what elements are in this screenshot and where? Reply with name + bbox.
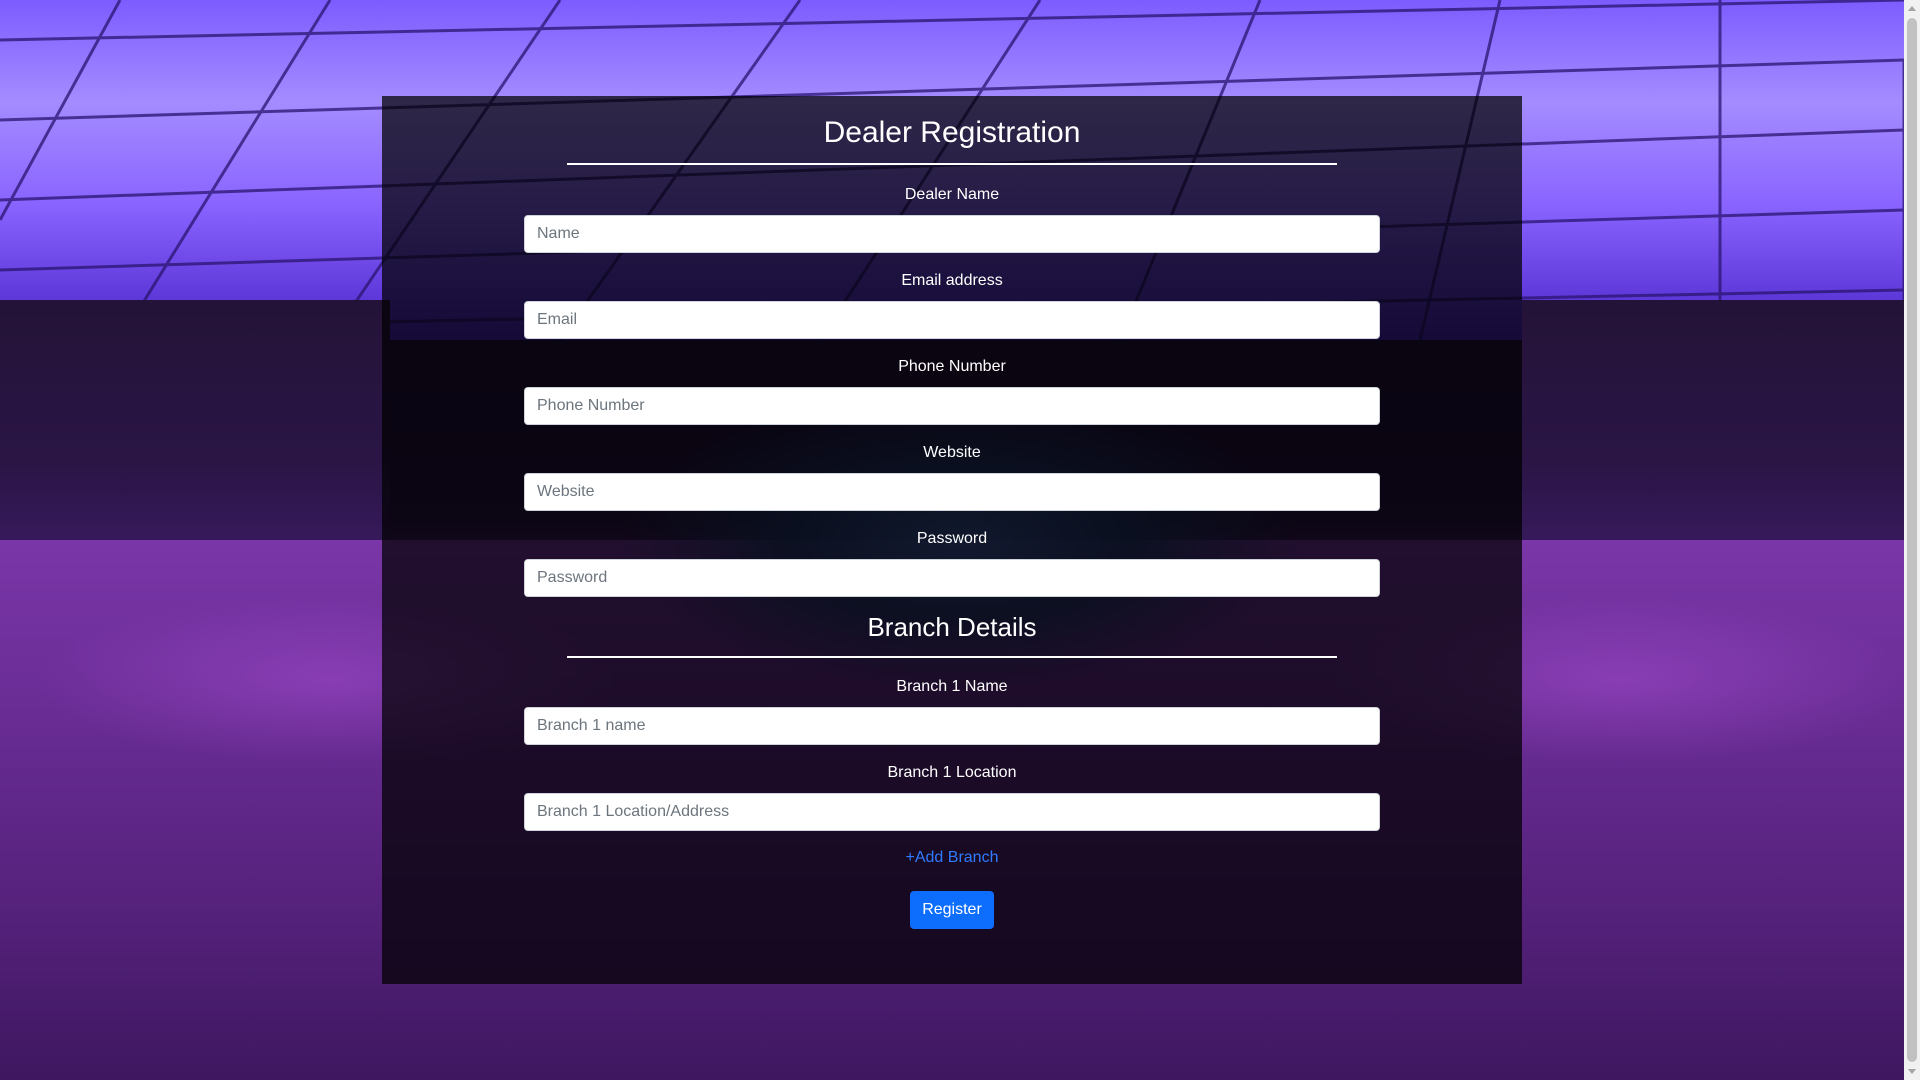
password-label: Password [916, 530, 988, 547]
page-scrollbar[interactable] [1904, 0, 1920, 1080]
scroll-up-icon[interactable] [1908, 6, 1916, 11]
wall-right [1522, 300, 1904, 570]
scroll-thumb[interactable] [1907, 18, 1917, 1062]
title-divider [567, 163, 1337, 165]
branch-1-location-label: Branch 1 Location [887, 764, 1017, 781]
scroll-down-icon[interactable] [1908, 1069, 1916, 1074]
branch-1-location-input[interactable] [524, 793, 1380, 831]
phone-input[interactable] [524, 387, 1380, 425]
website-label: Website [923, 444, 981, 461]
email-label: Email address [901, 272, 1003, 289]
password-input[interactable] [524, 559, 1380, 597]
branch-details-title: Branch Details [867, 612, 1037, 642]
register-button[interactable]: Register [910, 891, 994, 929]
registration-panel: Dealer Registration Dealer Name Email ad… [382, 96, 1522, 984]
dealer-name-label: Dealer Name [904, 186, 1000, 203]
email-input[interactable] [524, 301, 1380, 339]
dealer-name-input[interactable] [524, 215, 1380, 253]
branch-divider [567, 656, 1337, 658]
phone-label: Phone Number [898, 358, 1006, 375]
website-input[interactable] [524, 473, 1380, 511]
add-branch-link[interactable]: +Add Branch [906, 849, 999, 866]
branch-1-name-input[interactable] [524, 707, 1380, 745]
add-branch-row: +Add Branch [382, 847, 1522, 869]
wall-left [0, 300, 390, 570]
branch-1-name-label: Branch 1 Name [896, 678, 1008, 695]
page-title: Dealer Registration [823, 116, 1081, 149]
